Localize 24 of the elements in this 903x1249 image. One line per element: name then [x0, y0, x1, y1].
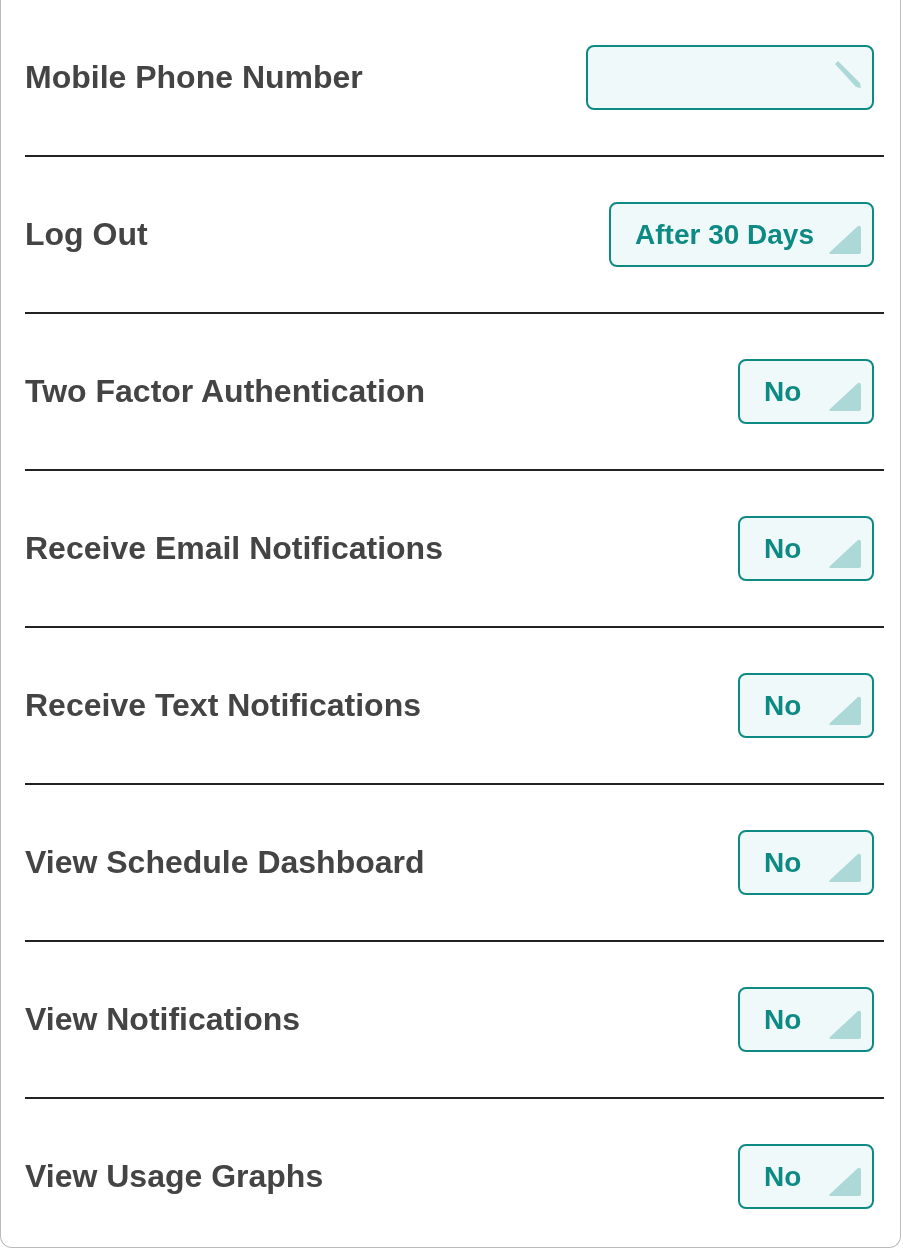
setting-label: Log Out: [25, 216, 148, 253]
dropdown[interactable]: No: [738, 359, 874, 424]
corner-triangle-icon: [828, 539, 862, 569]
dropdown[interactable]: No: [738, 673, 874, 738]
setting-label: Two Factor Authentication: [25, 373, 425, 410]
dropdown[interactable]: No: [738, 987, 874, 1052]
corner-triangle-icon: [828, 853, 862, 883]
corner-triangle-icon: [828, 696, 862, 726]
setting-label: View Notifications: [25, 1001, 300, 1038]
setting-label: View Schedule Dashboard: [25, 844, 425, 881]
input-field[interactable]: [586, 45, 874, 110]
corner-triangle-icon: [828, 1167, 862, 1197]
setting-label: Mobile Phone Number: [25, 59, 363, 96]
setting-label: Receive Text Notifications: [25, 687, 421, 724]
dropdown[interactable]: No: [738, 830, 874, 895]
dropdown[interactable]: After 30 Days: [609, 202, 874, 267]
corner-triangle-icon: [828, 1010, 862, 1040]
corner-triangle-icon: [828, 382, 862, 412]
dropdown[interactable]: No: [738, 516, 874, 581]
setting-label: Receive Email Notifications: [25, 530, 443, 567]
dropdown[interactable]: No: [738, 1144, 874, 1209]
corner-triangle-icon: [828, 225, 862, 255]
setting-label: View Usage Graphs: [25, 1158, 324, 1195]
pencil-icon: [832, 59, 862, 89]
